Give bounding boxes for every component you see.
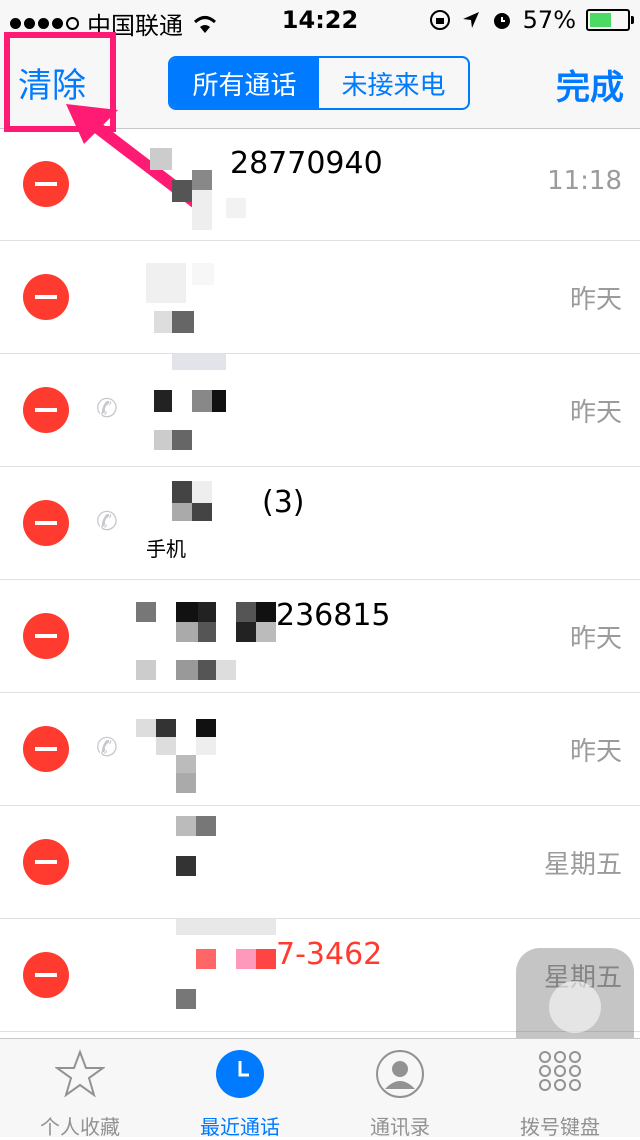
recent-calls-list: 28770940 11:18 昨天 ✆ 昨天 ✆ (3) 手机 236815 昨… xyxy=(0,128,640,1032)
call-row[interactable]: 236815 昨天 xyxy=(0,580,640,693)
call-row[interactable]: ✆ 昨天 xyxy=(0,354,640,467)
delete-circle-icon[interactable] xyxy=(23,613,69,659)
delete-circle-icon[interactable] xyxy=(23,161,69,207)
call-date: 11:18 xyxy=(547,166,622,196)
delete-circle-icon[interactable] xyxy=(23,387,69,433)
tab-keypad[interactable]: 拨号键盘 xyxy=(480,1039,640,1139)
segment-missed-calls[interactable]: 未接来电 xyxy=(319,58,468,108)
call-date: 昨天 xyxy=(569,624,622,654)
battery-percent: 57% xyxy=(522,6,576,34)
call-row[interactable]: 昨天 xyxy=(0,241,640,354)
keypad-icon xyxy=(539,1051,581,1091)
tab-contacts[interactable]: 通讯录 xyxy=(320,1039,480,1139)
redacted-area xyxy=(136,580,276,692)
redacted-area xyxy=(136,919,276,1031)
call-date: 昨天 xyxy=(569,398,622,428)
call-row[interactable]: ✆ 昨天 xyxy=(0,693,640,806)
done-button[interactable]: 完成 xyxy=(556,60,624,109)
tab-favorites[interactable]: 个人收藏 xyxy=(0,1039,160,1139)
battery-icon xyxy=(586,9,634,31)
tab-recents[interactable]: 最近通话 xyxy=(160,1039,320,1139)
delete-circle-icon[interactable] xyxy=(23,726,69,772)
redacted-area xyxy=(136,354,276,466)
call-name: 7-3462 xyxy=(276,937,383,972)
redacted-area xyxy=(136,806,276,918)
location-icon xyxy=(462,12,479,28)
redacted-area xyxy=(136,693,276,805)
call-date: 昨天 xyxy=(569,285,622,315)
alarm-icon xyxy=(493,13,510,29)
contacts-icon xyxy=(376,1050,424,1098)
delete-circle-icon[interactable] xyxy=(23,500,69,546)
phone-outgoing-icon: ✆ xyxy=(96,507,118,537)
redacted-area xyxy=(136,241,276,353)
redacted-area xyxy=(136,467,276,579)
phone-outgoing-icon: ✆ xyxy=(96,733,118,763)
rotation-lock-icon xyxy=(429,10,450,30)
clock-icon xyxy=(216,1050,264,1098)
call-row[interactable]: ✆ (3) 手机 xyxy=(0,467,640,580)
star-icon xyxy=(55,1049,105,1098)
call-name: 236815 xyxy=(276,598,391,633)
delete-circle-icon[interactable] xyxy=(23,274,69,320)
call-date: 星期五 xyxy=(543,850,622,880)
call-row[interactable]: 星期五 xyxy=(0,806,640,919)
delete-circle-icon[interactable] xyxy=(23,952,69,998)
tab-bar: 个人收藏 最近通话 通讯录 拨号键盘 xyxy=(0,1038,640,1139)
call-row[interactable]: 28770940 11:18 xyxy=(0,128,640,241)
phone-outgoing-icon: ✆ xyxy=(96,394,118,424)
redacted-area xyxy=(136,128,276,240)
call-date: 昨天 xyxy=(569,737,622,767)
delete-circle-icon[interactable] xyxy=(23,839,69,885)
